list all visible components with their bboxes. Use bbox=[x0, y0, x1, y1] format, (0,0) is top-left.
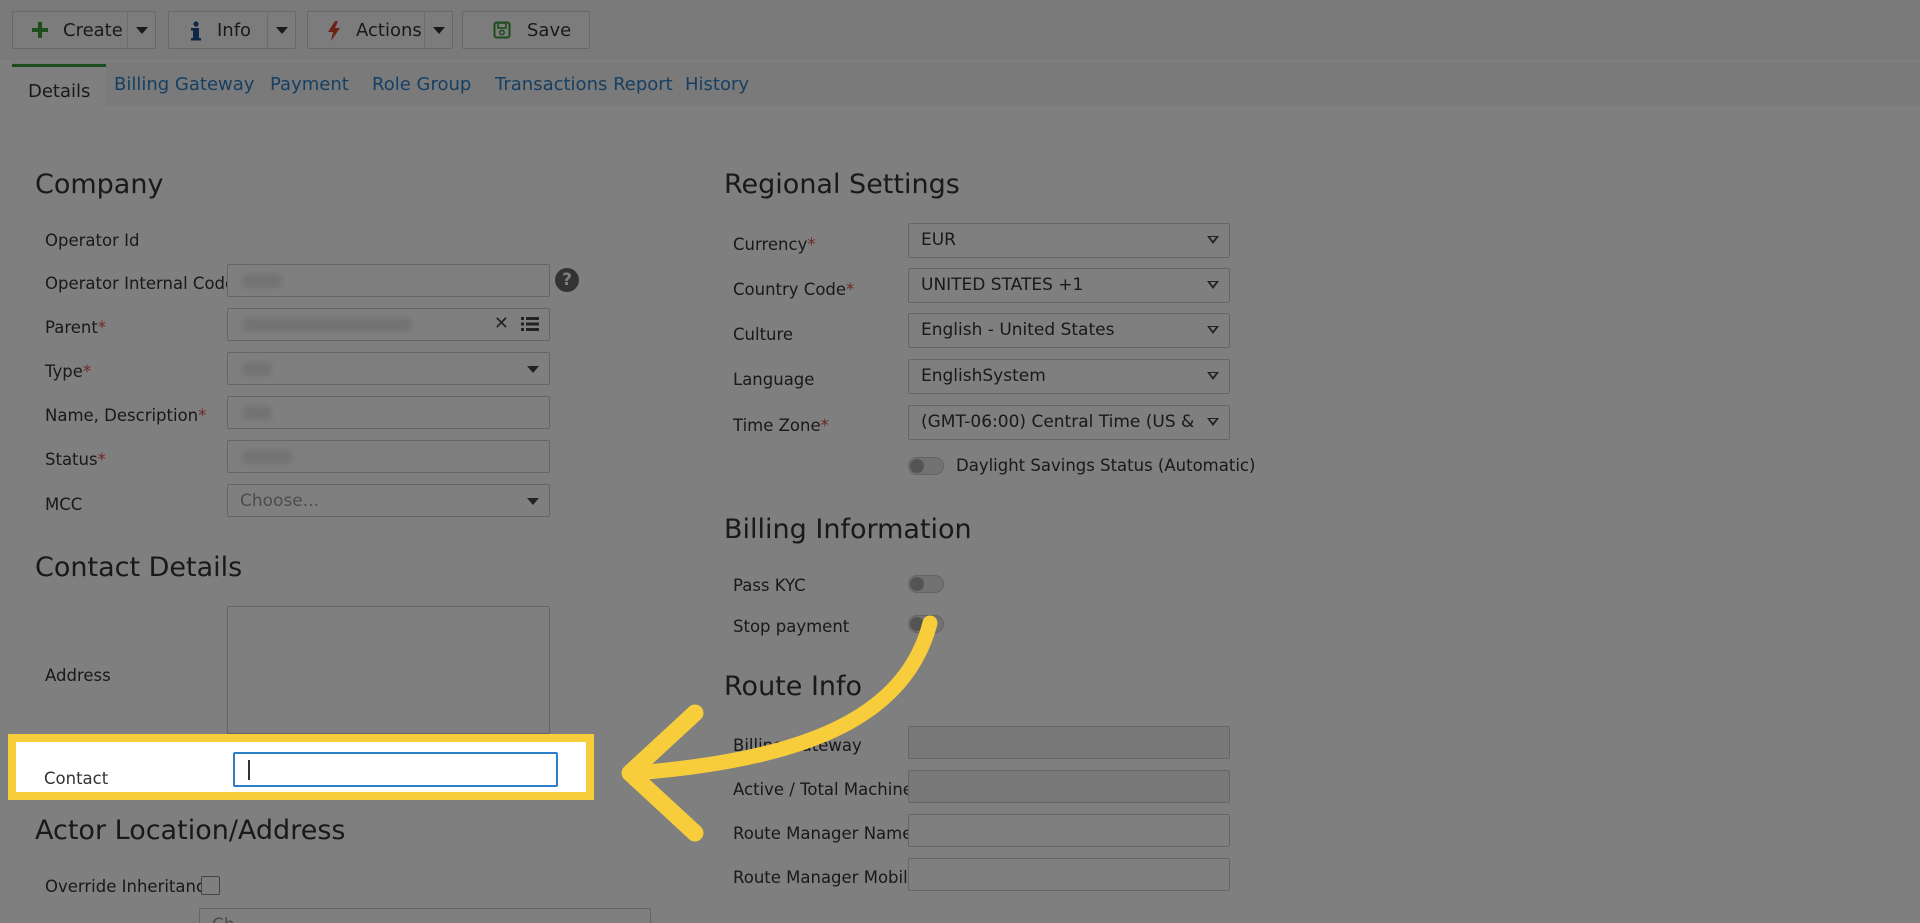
regional-settings-section-title: Regional Settings bbox=[724, 169, 960, 200]
actions-label: Actions bbox=[356, 19, 422, 41]
plus-icon bbox=[31, 21, 49, 39]
tab-transactions-report[interactable]: Transactions Report bbox=[495, 74, 673, 95]
help-icon[interactable]: ? bbox=[555, 268, 579, 292]
toolbar: Create Info Actions Save bbox=[0, 0, 1920, 60]
time-zone-label: Time Zone* bbox=[733, 416, 829, 435]
language-select[interactable]: EnglishSystem bbox=[908, 359, 1230, 394]
company-section-title: Company bbox=[35, 169, 164, 200]
actor-location-section-title: Actor Location/Address bbox=[35, 815, 346, 846]
tab-billing-gateway[interactable]: Billing Gateway bbox=[114, 74, 254, 95]
operator-internal-code-label: Operator Internal Code* bbox=[45, 274, 243, 293]
status-label: Status* bbox=[45, 450, 106, 469]
contact-label: Contact bbox=[44, 769, 109, 788]
caret-down-icon bbox=[275, 26, 288, 34]
info-dropdown-toggle[interactable] bbox=[267, 12, 295, 48]
operator-internal-code-field[interactable] bbox=[227, 264, 550, 297]
list-icon[interactable] bbox=[521, 316, 539, 336]
caret-down-icon bbox=[1207, 236, 1219, 244]
contact-input[interactable] bbox=[233, 752, 558, 787]
tab-payment[interactable]: Payment bbox=[270, 74, 349, 95]
language-label: Language bbox=[733, 370, 815, 389]
create-label: Create bbox=[63, 19, 123, 41]
mcc-label: MCC bbox=[45, 495, 83, 514]
stop-payment-label: Stop payment bbox=[733, 617, 850, 636]
save-button[interactable]: Save bbox=[462, 11, 590, 49]
active-total-machines-label: Active / Total Machines bbox=[733, 780, 922, 799]
caret-down-icon bbox=[1207, 326, 1219, 334]
billing-gateway-label: Billing Gateway bbox=[733, 736, 862, 755]
culture-select[interactable]: English - United States bbox=[908, 313, 1230, 348]
route-manager-name-label: Route Manager Name bbox=[733, 824, 913, 843]
parent-label: Parent* bbox=[45, 318, 107, 337]
tab-history[interactable]: History bbox=[685, 74, 749, 95]
caret-down-icon bbox=[527, 366, 539, 373]
type-select[interactable] bbox=[227, 352, 550, 385]
time-zone-select[interactable]: (GMT-06:00) Central Time (US & C bbox=[908, 405, 1230, 440]
save-label: Save bbox=[527, 19, 572, 41]
info-icon bbox=[187, 21, 205, 41]
mcc-select[interactable]: Choose... bbox=[227, 484, 550, 517]
tab-details[interactable]: Details bbox=[12, 64, 107, 106]
lightning-icon bbox=[326, 21, 344, 41]
tab-bar: Details Billing Gateway Payment Role Gro… bbox=[12, 62, 1920, 106]
caret-down-icon bbox=[432, 26, 445, 34]
country-code-label: Country Code* bbox=[733, 280, 855, 299]
billing-gateway-field bbox=[908, 726, 1230, 759]
parent-field[interactable]: ✕ bbox=[227, 308, 550, 341]
override-inheritance-label: Override Inheritance bbox=[45, 877, 216, 896]
info-button[interactable]: Info bbox=[168, 11, 296, 49]
operator-id-label: Operator Id bbox=[45, 231, 140, 250]
save-icon bbox=[493, 21, 511, 39]
route-info-section-title: Route Info bbox=[724, 671, 863, 702]
actor-location-select[interactable]: Ch... bbox=[199, 908, 651, 923]
actions-dropdown-toggle[interactable] bbox=[424, 12, 452, 48]
pass-kyc-toggle[interactable] bbox=[908, 575, 944, 593]
name-description-field[interactable] bbox=[227, 396, 550, 429]
tab-role-group[interactable]: Role Group bbox=[372, 74, 471, 95]
currency-label: Currency* bbox=[733, 235, 816, 254]
billing-information-section-title: Billing Information bbox=[724, 514, 972, 545]
route-manager-name-field[interactable] bbox=[908, 814, 1230, 847]
status-select[interactable] bbox=[227, 440, 550, 473]
address-textarea[interactable] bbox=[227, 606, 550, 734]
text-cursor bbox=[248, 760, 250, 780]
caret-down-icon bbox=[527, 498, 539, 505]
contact-highlight: Contact bbox=[8, 734, 594, 800]
stop-payment-toggle[interactable] bbox=[908, 615, 944, 633]
caret-down-icon bbox=[1207, 418, 1219, 426]
clear-icon[interactable]: ✕ bbox=[494, 313, 509, 334]
culture-label: Culture bbox=[733, 325, 794, 344]
currency-select[interactable]: EUR bbox=[908, 223, 1230, 258]
country-code-select[interactable]: UNITED STATES +1 bbox=[908, 268, 1230, 303]
create-dropdown-toggle[interactable] bbox=[127, 12, 155, 48]
daylight-savings-toggle[interactable] bbox=[908, 457, 944, 475]
caret-down-icon bbox=[135, 26, 148, 34]
active-total-machines-field bbox=[908, 770, 1230, 803]
address-label: Address bbox=[45, 666, 111, 685]
create-button[interactable]: Create bbox=[12, 11, 156, 49]
pass-kyc-label: Pass KYC bbox=[733, 576, 806, 595]
info-label: Info bbox=[217, 19, 252, 41]
contact-details-section-title: Contact Details bbox=[35, 552, 243, 583]
override-inheritance-checkbox[interactable] bbox=[201, 876, 220, 895]
actions-button[interactable]: Actions bbox=[307, 11, 453, 49]
route-manager-mobile-field[interactable] bbox=[908, 858, 1230, 891]
caret-down-icon bbox=[1207, 372, 1219, 380]
caret-down-icon bbox=[1207, 281, 1219, 289]
route-manager-mobile-label: Route Manager Mobile bbox=[733, 868, 918, 887]
daylight-savings-label: Daylight Savings Status (Automatic) bbox=[956, 456, 1256, 475]
type-label: Type* bbox=[45, 362, 92, 381]
name-description-label: Name, Description* bbox=[45, 406, 207, 425]
page: Create Info Actions Save Details Billing… bbox=[0, 0, 1920, 923]
